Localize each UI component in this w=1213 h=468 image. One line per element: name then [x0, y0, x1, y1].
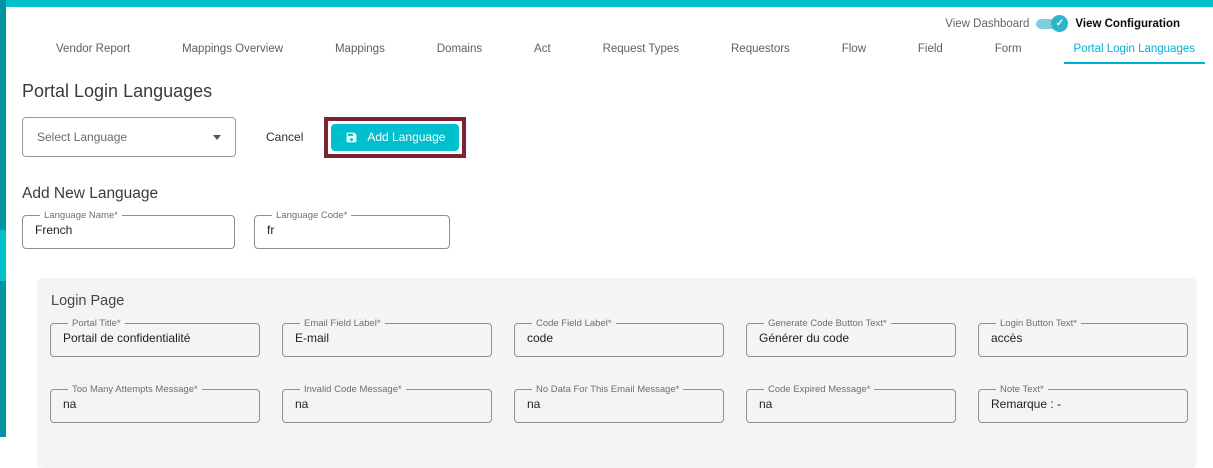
field-label: Too Many Attempts Message* [68, 385, 202, 395]
field-no-data-for-this-email-message[interactable]: No Data For This Email Message* na [514, 385, 724, 423]
tab-requestors[interactable]: Requestors [721, 43, 800, 64]
field-label: Language Code* [272, 211, 351, 221]
annotation-highlight-box: Add Language [324, 117, 466, 158]
field-language-code[interactable]: Language Code* fr [254, 211, 450, 249]
field-value: Remarque : - [991, 397, 1179, 411]
field-label: Invalid Code Message* [300, 385, 406, 395]
field-label: Generate Code Button Text* [764, 319, 891, 329]
field-too-many-attempts-message[interactable]: Too Many Attempts Message* na [50, 385, 260, 423]
field-code-expired-message[interactable]: Code Expired Message* na [746, 385, 956, 423]
field-value: French [35, 223, 226, 237]
save-icon [345, 131, 358, 144]
field-label: Language Name* [40, 211, 122, 221]
check-icon: ✓ [1051, 15, 1068, 32]
field-value: Portail de confidentialité [63, 331, 251, 345]
page-title: Portal Login Languages [22, 81, 1213, 102]
tab-bar: Vendor Report Mappings Overview Mappings… [6, 32, 1213, 64]
field-value: E-mail [295, 331, 483, 345]
add-new-language-heading: Add New Language [22, 185, 1213, 203]
field-label: Email Field Label* [300, 319, 385, 329]
chevron-down-icon [213, 135, 221, 140]
tab-request-types[interactable]: Request Types [593, 43, 690, 64]
field-email-field-label[interactable]: Email Field Label* E-mail [282, 319, 492, 357]
tab-mappings-overview[interactable]: Mappings Overview [172, 43, 293, 64]
tab-vendor-report[interactable]: Vendor Report [46, 43, 140, 64]
field-value: na [759, 397, 947, 411]
view-configuration-label: View Configuration [1075, 18, 1180, 30]
view-toggle-row: View Dashboard ✓ View Configuration [6, 7, 1213, 32]
field-label: Code Expired Message* [764, 385, 874, 395]
field-note-text[interactable]: Note Text* Remarque : - [978, 385, 1188, 423]
top-accent-bar [0, 0, 1213, 7]
left-scrollbar-thumb[interactable] [0, 230, 6, 281]
field-language-name[interactable]: Language Name* French [22, 211, 235, 249]
left-accent-bar [0, 0, 6, 437]
main-content: View Dashboard ✓ View Configuration Vend… [6, 7, 1213, 437]
tab-portal-login-languages[interactable]: Portal Login Languages [1064, 43, 1206, 64]
field-value: fr [267, 223, 441, 237]
tab-form[interactable]: Form [985, 43, 1032, 64]
add-language-button[interactable]: Add Language [331, 124, 459, 151]
field-portal-title[interactable]: Portal Title* Portail de confidentialité [50, 319, 260, 357]
login-page-card: Login Page Portal Title* Portail de conf… [37, 278, 1197, 468]
field-code-field-label[interactable]: Code Field Label* code [514, 319, 724, 357]
tab-mappings[interactable]: Mappings [325, 43, 395, 64]
tab-flow[interactable]: Flow [832, 43, 876, 64]
field-label: Code Field Label* [532, 319, 616, 329]
add-language-button-label: Add Language [367, 130, 445, 144]
add-new-language-fields: Language Name* French Language Code* fr [22, 211, 1213, 249]
field-label: Note Text* [996, 385, 1048, 395]
action-row: Select Language Cancel Add Language [22, 114, 1213, 160]
cancel-button[interactable]: Cancel [260, 129, 309, 145]
tab-field[interactable]: Field [908, 43, 953, 64]
field-value: accès [991, 331, 1179, 345]
field-invalid-code-message[interactable]: Invalid Code Message* na [282, 385, 492, 423]
field-value: na [63, 397, 251, 411]
view-mode-toggle[interactable]: ✓ [1036, 15, 1068, 32]
view-dashboard-label: View Dashboard [945, 18, 1029, 30]
field-value: na [295, 397, 483, 411]
field-label: Login Button Text* [996, 319, 1081, 329]
field-value: na [527, 397, 715, 411]
tab-act[interactable]: Act [524, 43, 561, 64]
field-label: Portal Title* [68, 319, 125, 329]
field-generate-code-button-text[interactable]: Generate Code Button Text* Générer du co… [746, 319, 956, 357]
field-value: code [527, 331, 715, 345]
login-page-field-grid: Portal Title* Portail de confidentialité… [50, 319, 1184, 423]
field-value: Générer du code [759, 331, 947, 345]
language-select-value: Select Language [37, 130, 127, 144]
field-label: No Data For This Email Message* [532, 385, 683, 395]
login-page-heading: Login Page [51, 293, 1184, 309]
field-login-button-text[interactable]: Login Button Text* accès [978, 319, 1188, 357]
tab-domains[interactable]: Domains [427, 43, 492, 64]
language-select[interactable]: Select Language [22, 117, 236, 157]
